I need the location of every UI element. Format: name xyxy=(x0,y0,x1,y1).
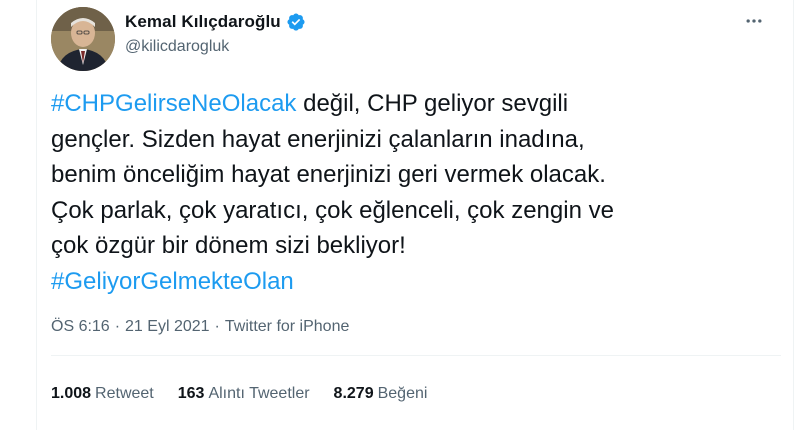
meta-separator: · xyxy=(114,318,121,335)
author-display-name[interactable]: Kemal Kılıçdaroğlu xyxy=(125,12,281,32)
retweets-count: 1.008 xyxy=(51,385,92,402)
likes-stat[interactable]: 8.279 Beğeni xyxy=(334,385,428,403)
retweets-label: Retweet xyxy=(95,385,154,402)
more-options-icon[interactable] xyxy=(743,10,765,32)
tweet-time[interactable]: ÖS 6:16 xyxy=(51,318,110,336)
tweet-date[interactable]: 21 Eyl 2021 xyxy=(125,318,210,336)
tweet-card: Kemal Kılıçdaroğlu @kilicdarogluk #CHPGe… xyxy=(36,0,794,430)
tweet-metadata: ÖS 6:16 · 21 Eyl 2021 · Twitter for iPho… xyxy=(51,318,349,336)
author-handle[interactable]: @kilicdarogluk xyxy=(125,38,229,56)
quote-tweets-count: 163 xyxy=(177,385,205,402)
tweet-page: Kemal Kılıçdaroğlu @kilicdarogluk #CHPGe… xyxy=(0,0,802,430)
likes-count: 8.279 xyxy=(333,385,374,402)
avatar[interactable] xyxy=(51,7,115,71)
avatar-photo xyxy=(51,7,115,71)
hashtag-link[interactable]: #CHPGelirseNeOlacak xyxy=(51,90,296,117)
tweet-source[interactable]: Twitter for iPhone xyxy=(225,318,350,336)
meta-separator: · xyxy=(214,318,220,335)
tweet-text: #CHPGelirseNeOlacak değil, CHP geliyor s… xyxy=(51,86,751,300)
retweets-stat[interactable]: 1.008 Retweet xyxy=(51,385,154,403)
verified-badge-icon xyxy=(286,12,306,32)
quote-tweets-stat[interactable]: 163 Alıntı Tweetler xyxy=(178,385,310,403)
likes-label: Beğeni xyxy=(377,385,428,402)
divider xyxy=(51,355,781,356)
hashtag-link[interactable]: #GeliyorGelmekteOlan xyxy=(51,268,294,295)
quote-tweets-label: Alıntı Tweetler xyxy=(208,385,310,402)
author-name-row: Kemal Kılıçdaroğlu xyxy=(125,12,306,32)
tweet-stats: 1.008 Retweet 163 Alıntı Tweetler 8.279 … xyxy=(51,385,427,403)
